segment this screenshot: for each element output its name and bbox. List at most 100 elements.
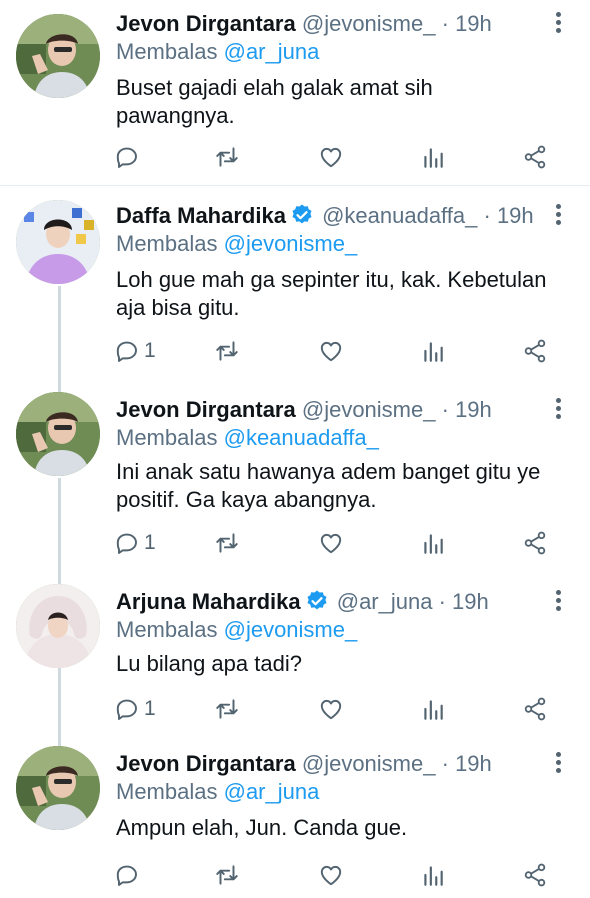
reply-count: 1 — [144, 697, 156, 720]
user-handle[interactable]: @jevonisme_ — [302, 397, 436, 422]
like-icon — [318, 144, 344, 170]
timestamp[interactable]: 19h — [497, 203, 534, 228]
retweet-button[interactable] — [214, 142, 240, 172]
reply-icon — [114, 530, 140, 556]
stats-icon — [420, 144, 446, 170]
tweet-text: Ampun elah, Jun. Canda gue. — [116, 814, 562, 842]
avatar[interactable] — [16, 200, 100, 284]
separator-dot: · — [441, 11, 449, 36]
share-button[interactable] — [522, 336, 548, 366]
share-button[interactable] — [522, 528, 548, 558]
tweet-actions: 1 — [114, 694, 554, 724]
share-button[interactable] — [522, 694, 548, 724]
reply-to-handle[interactable]: @jevonisme_ — [224, 617, 358, 642]
retweet-button[interactable] — [214, 694, 240, 724]
tweet[interactable]: Jevon Dirgantara @jevonisme_ · 19h Memba… — [0, 0, 590, 186]
like-button[interactable] — [318, 694, 344, 724]
timestamp[interactable]: 19h — [452, 589, 489, 614]
tweet-text: Buset gajadi elah galak amat sih pawangn… — [116, 74, 562, 130]
reply-button[interactable]: 1 — [114, 694, 156, 724]
stats-icon — [420, 862, 446, 888]
user-handle[interactable]: @keanuadaffa_ — [322, 203, 477, 228]
avatar[interactable] — [16, 746, 100, 830]
share-icon — [522, 862, 548, 888]
stats-button[interactable] — [420, 860, 446, 890]
display-name[interactable]: Jevon Dirgantara — [116, 751, 296, 776]
share-button[interactable] — [522, 142, 548, 172]
reply-to-handle[interactable]: @ar_juna — [224, 779, 320, 804]
thread-line — [58, 572, 61, 584]
like-button[interactable] — [318, 336, 344, 366]
like-button[interactable] — [318, 860, 344, 890]
reply-button[interactable] — [114, 142, 144, 172]
tweet-text: Lu bilang apa tadi? — [116, 650, 562, 678]
share-button[interactable] — [522, 860, 548, 890]
more-icon[interactable] — [554, 204, 562, 228]
user-handle[interactable]: @jevonisme_ — [302, 751, 436, 776]
user-handle[interactable]: @jevonisme_ — [302, 11, 436, 36]
retweet-button[interactable] — [214, 528, 240, 558]
stats-button[interactable] — [420, 528, 446, 558]
retweet-button[interactable] — [214, 860, 240, 890]
like-button[interactable] — [318, 142, 344, 172]
like-button[interactable] — [318, 528, 344, 558]
share-icon — [522, 530, 548, 556]
stats-button[interactable] — [420, 142, 446, 172]
more-icon[interactable] — [554, 12, 562, 36]
tweet-actions — [114, 142, 554, 172]
thread-line — [58, 732, 61, 746]
more-icon[interactable] — [554, 398, 562, 422]
tweet-text-line: Lu bilang apa tadi? — [116, 651, 302, 676]
share-icon — [522, 338, 548, 364]
retweet-icon — [214, 696, 240, 722]
more-icon[interactable] — [554, 752, 562, 776]
timestamp[interactable]: 19h — [455, 11, 492, 36]
tweet[interactable]: Daffa Mahardika @keanuadaffa_ · 19h Memb… — [0, 186, 590, 380]
tweet-header: Jevon Dirgantara @jevonisme_ · 19h — [116, 396, 544, 424]
display-name[interactable]: Jevon Dirgantara — [116, 397, 296, 422]
reply-button[interactable]: 1 — [114, 336, 156, 366]
stats-button[interactable] — [420, 694, 446, 724]
tweet-header: Jevon Dirgantara @jevonisme_ · 19h — [116, 750, 544, 778]
verified-badge-icon — [290, 203, 314, 227]
retweet-icon — [214, 530, 240, 556]
display-name[interactable]: Daffa Mahardika — [116, 203, 286, 228]
more-icon[interactable] — [554, 590, 562, 614]
like-icon — [318, 530, 344, 556]
tweet[interactable]: Jevon Dirgantara @jevonisme_ · 19h Memba… — [0, 380, 590, 572]
display-name[interactable]: Arjuna Mahardika — [116, 589, 301, 614]
avatar[interactable] — [16, 584, 100, 668]
reply-context: Membalas @ar_juna — [116, 38, 319, 66]
retweet-icon — [214, 338, 240, 364]
tweet[interactable]: Jevon Dirgantara @jevonisme_ · 19h Memba… — [0, 732, 590, 898]
reply-context: Membalas @jevonisme_ — [116, 616, 357, 644]
timestamp[interactable]: 19h — [455, 397, 492, 422]
tweet-text-line: aja bisa gitu. — [116, 295, 240, 320]
like-icon — [318, 696, 344, 722]
tweet-text-line: Ini anak satu hawanya adem banget gitu y… — [116, 459, 541, 484]
separator-dot: · — [441, 751, 449, 776]
reply-to-handle[interactable]: @keanuadaffa_ — [224, 425, 379, 450]
display-name[interactable]: Jevon Dirgantara — [116, 11, 296, 36]
thread-line — [58, 286, 61, 380]
retweet-button[interactable] — [214, 336, 240, 366]
user-handle[interactable]: @ar_juna — [337, 589, 433, 614]
separator-dot: · — [483, 203, 491, 228]
timestamp[interactable]: 19h — [455, 751, 492, 776]
retweet-icon — [214, 144, 240, 170]
stats-icon — [420, 530, 446, 556]
reply-icon — [114, 338, 140, 364]
reply-to-handle[interactable]: @jevonisme_ — [224, 231, 358, 256]
reply-to-handle[interactable]: @ar_juna — [224, 39, 320, 64]
tweet-text: Ini anak satu hawanya adem banget gitu y… — [116, 458, 562, 514]
verified-badge-icon — [305, 589, 329, 613]
stats-button[interactable] — [420, 336, 446, 366]
separator-dot: · — [438, 589, 446, 614]
tweet-header: Jevon Dirgantara @jevonisme_ · 19h — [116, 10, 544, 38]
reply-button[interactable]: 1 — [114, 528, 156, 558]
avatar[interactable] — [16, 392, 100, 476]
avatar[interactable] — [16, 14, 100, 98]
reply-button[interactable] — [114, 860, 144, 890]
tweet[interactable]: Arjuna Mahardika @ar_juna · 19h Membalas… — [0, 572, 590, 732]
thread-line — [58, 668, 61, 732]
